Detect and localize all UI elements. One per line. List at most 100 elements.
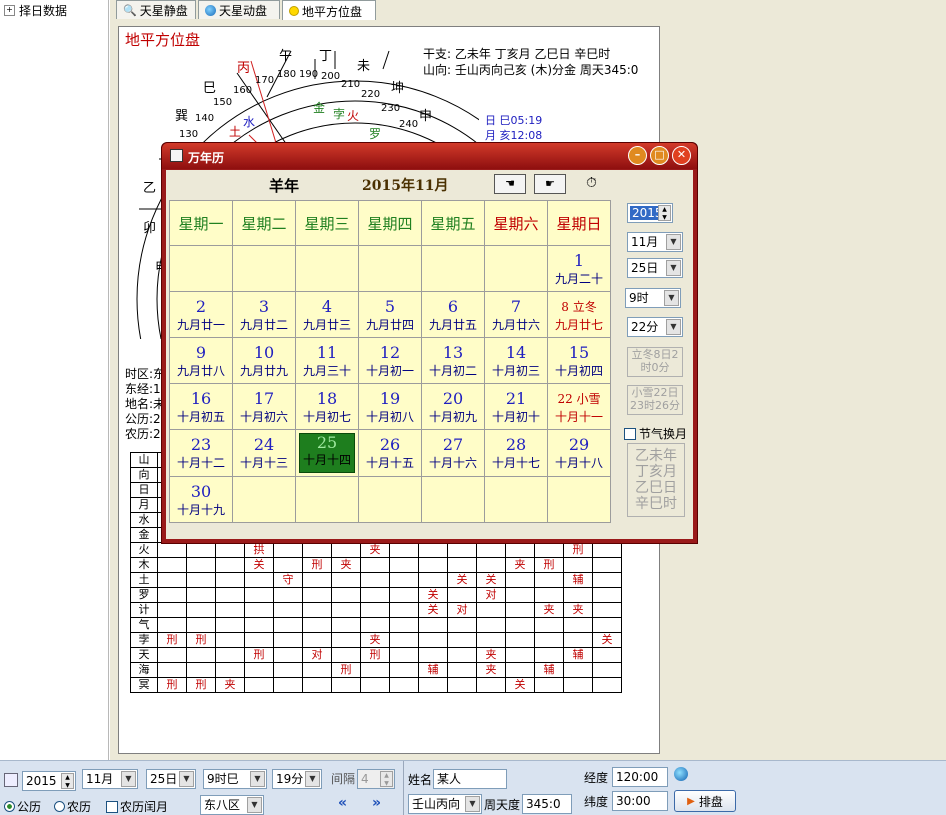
- calendar-day-cell[interactable]: 17 十月初六: [232, 383, 296, 430]
- latitude-input[interactable]: 30:00: [612, 791, 668, 811]
- year-input[interactable]: 2015 ▲ ▼: [22, 771, 76, 791]
- spinner-arrows-icon[interactable]: ▲ ▼: [380, 771, 393, 787]
- minimize-icon[interactable]: –: [628, 146, 647, 165]
- calendar-day-cell[interactable]: 24 十月十三: [232, 429, 296, 477]
- calendar-day[interactable]: 13 十月初二: [422, 343, 484, 379]
- calendar-day[interactable]: 8 立冬 九月廿七: [548, 297, 610, 333]
- calendar-day[interactable]: 12 十月初一: [359, 343, 421, 379]
- calendar-day[interactable]: 28 十月十七: [485, 435, 547, 471]
- calendar-day[interactable]: 18 十月初七: [296, 389, 358, 425]
- calendar-day[interactable]: 1 九月二十: [548, 251, 610, 287]
- longitude-input[interactable]: 120:00: [612, 767, 668, 787]
- calendar-day-cell[interactable]: 13 十月初二: [421, 337, 485, 384]
- interval-input[interactable]: 4 ▲ ▼: [357, 769, 395, 789]
- calendar-day[interactable]: 17 十月初六: [233, 389, 295, 425]
- calendar-day[interactable]: 25 十月十四: [299, 433, 355, 473]
- calendar-day-cell[interactable]: 12 十月初一: [358, 337, 422, 384]
- calendar-day[interactable]: 2 九月廿一: [170, 297, 232, 333]
- year-spinner[interactable]: 2015 ▲ ▼: [627, 203, 673, 223]
- tree-item[interactable]: + 择日数据: [4, 2, 67, 19]
- arrange-button[interactable]: ▶ 排盘: [674, 790, 736, 812]
- calendar-day[interactable]: 5 九月廿四: [359, 297, 421, 333]
- calendar-day-cell[interactable]: 5 九月廿四: [358, 291, 422, 338]
- calendar-day-cell[interactable]: 18 十月初七: [295, 383, 359, 430]
- calendar-day[interactable]: 24 十月十三: [233, 435, 295, 471]
- dialog-title-bar[interactable]: 万年历 – □ ✕: [162, 143, 697, 169]
- shanxiang-select[interactable]: 壬山丙向 ▼: [408, 794, 482, 814]
- lunar-radio[interactable]: 农历: [54, 798, 91, 815]
- calendar-day-cell[interactable]: 1 九月二十: [547, 245, 611, 292]
- calendar-day-cell[interactable]: 16 十月初五: [169, 383, 233, 430]
- calendar-day-cell[interactable]: 11 九月三十: [295, 337, 359, 384]
- jieqi-button-2[interactable]: 小雪22日23时26分: [627, 385, 683, 415]
- chevron-down-icon[interactable]: ▼: [305, 771, 320, 787]
- tab-dynamic-chart[interactable]: 天星动盘: [198, 0, 280, 19]
- chevron-down-icon[interactable]: ▼: [465, 796, 480, 812]
- spinner-arrows-icon[interactable]: ▲ ▼: [658, 205, 671, 221]
- calendar-day[interactable]: 11 九月三十: [296, 343, 358, 379]
- calendar-day[interactable]: 16 十月初五: [170, 389, 232, 425]
- tab-horizon-chart[interactable]: 地平方位盘: [282, 0, 376, 21]
- leap-month-checkbox[interactable]: 农历闰月: [106, 798, 168, 815]
- calendar-day-cell[interactable]: 14 十月初三: [484, 337, 548, 384]
- calendar-day[interactable]: 7 九月廿六: [485, 297, 547, 333]
- jieqi-button-1[interactable]: 立冬8日2时0分: [627, 347, 683, 377]
- month-select[interactable]: 11月 ▼: [627, 232, 683, 252]
- close-icon[interactable]: ✕: [672, 146, 691, 165]
- calendar-day-cell[interactable]: 30 十月十九: [169, 476, 233, 523]
- hour-select[interactable]: 9时 ▼: [625, 288, 681, 308]
- calendar-day[interactable]: 29 十月十八: [548, 435, 610, 471]
- calendar-day-cell[interactable]: 23 十月十二: [169, 429, 233, 477]
- calendar-day-cell[interactable]: 21 十月初十: [484, 383, 548, 430]
- calendar-day[interactable]: 23 十月十二: [170, 435, 232, 471]
- calendar-day-cell[interactable]: 28 十月十七: [484, 429, 548, 477]
- calendar-day-cell[interactable]: 26 十月十五: [358, 429, 422, 477]
- calendar-day-cell[interactable]: 4 九月廿三: [295, 291, 359, 338]
- hour-select[interactable]: 9时巳 ▼: [203, 769, 267, 789]
- globe-icon[interactable]: [674, 767, 688, 781]
- calendar-icon[interactable]: [4, 773, 18, 787]
- calendar-day[interactable]: 9 九月廿八: [170, 343, 232, 379]
- chevron-down-icon[interactable]: ▼: [179, 771, 194, 787]
- maximize-icon[interactable]: □: [650, 146, 669, 165]
- calendar-day[interactable]: 14 十月初三: [485, 343, 547, 379]
- minute-select[interactable]: 19分 ▼: [272, 769, 322, 789]
- chevron-down-icon[interactable]: ▼: [666, 319, 681, 335]
- radio-selected-icon[interactable]: [4, 801, 15, 812]
- calendar-day-cell[interactable]: 15 十月初四: [547, 337, 611, 384]
- calendar-day[interactable]: 19 十月初八: [359, 389, 421, 425]
- calendar-day-cell[interactable]: 10 九月廿九: [232, 337, 296, 384]
- day-select[interactable]: 25日 ▼: [146, 769, 196, 789]
- chevron-down-icon[interactable]: ▼: [250, 771, 265, 787]
- stopwatch-icon[interactable]: ⏱: [586, 175, 597, 191]
- tree-expand-icon[interactable]: +: [4, 5, 15, 16]
- chevron-down-icon[interactable]: ▼: [666, 260, 681, 276]
- jieqi-checkbox[interactable]: 节气换月: [624, 425, 687, 442]
- calendar-day-cell[interactable]: 22 小雪 十月十一: [547, 383, 611, 430]
- calendar-day[interactable]: 10 九月廿九: [233, 343, 295, 379]
- calendar-day-cell[interactable]: 19 十月初八: [358, 383, 422, 430]
- checkbox-icon[interactable]: [624, 427, 636, 440]
- calendar-day[interactable]: 21 十月初十: [485, 389, 547, 425]
- day-select[interactable]: 25日 ▼: [627, 258, 683, 278]
- calendar-day-cell[interactable]: 2 九月廿一: [169, 291, 233, 338]
- calendar-day-cell[interactable]: 9 九月廿八: [169, 337, 233, 384]
- minute-select[interactable]: 22分 ▼: [627, 317, 683, 337]
- spinner-arrows-icon[interactable]: ▲ ▼: [61, 773, 74, 789]
- calendar-day-cell[interactable]: 25 十月十四: [295, 429, 359, 477]
- solar-radio[interactable]: 公历: [4, 798, 41, 815]
- radio-icon[interactable]: [54, 801, 65, 812]
- next-month-button[interactable]: ☛: [534, 174, 566, 194]
- name-input[interactable]: 某人: [433, 769, 507, 789]
- calendar-day[interactable]: 22 小雪 十月十一: [548, 389, 610, 425]
- chevron-down-icon[interactable]: ▼: [247, 797, 262, 813]
- calendar-day-cell[interactable]: 27 十月十六: [421, 429, 485, 477]
- calendar-day[interactable]: 27 十月十六: [422, 435, 484, 471]
- calendar-day[interactable]: 3 九月廿二: [233, 297, 295, 333]
- chevron-down-icon[interactable]: ▼: [121, 771, 136, 787]
- calendar-day-cell[interactable]: 7 九月廿六: [484, 291, 548, 338]
- calendar-day-cell[interactable]: 8 立冬 九月廿七: [547, 291, 611, 338]
- chevron-down-icon[interactable]: ▼: [666, 234, 681, 250]
- calendar-day-cell[interactable]: 29 十月十八: [547, 429, 611, 477]
- checkbox-icon[interactable]: [106, 800, 118, 813]
